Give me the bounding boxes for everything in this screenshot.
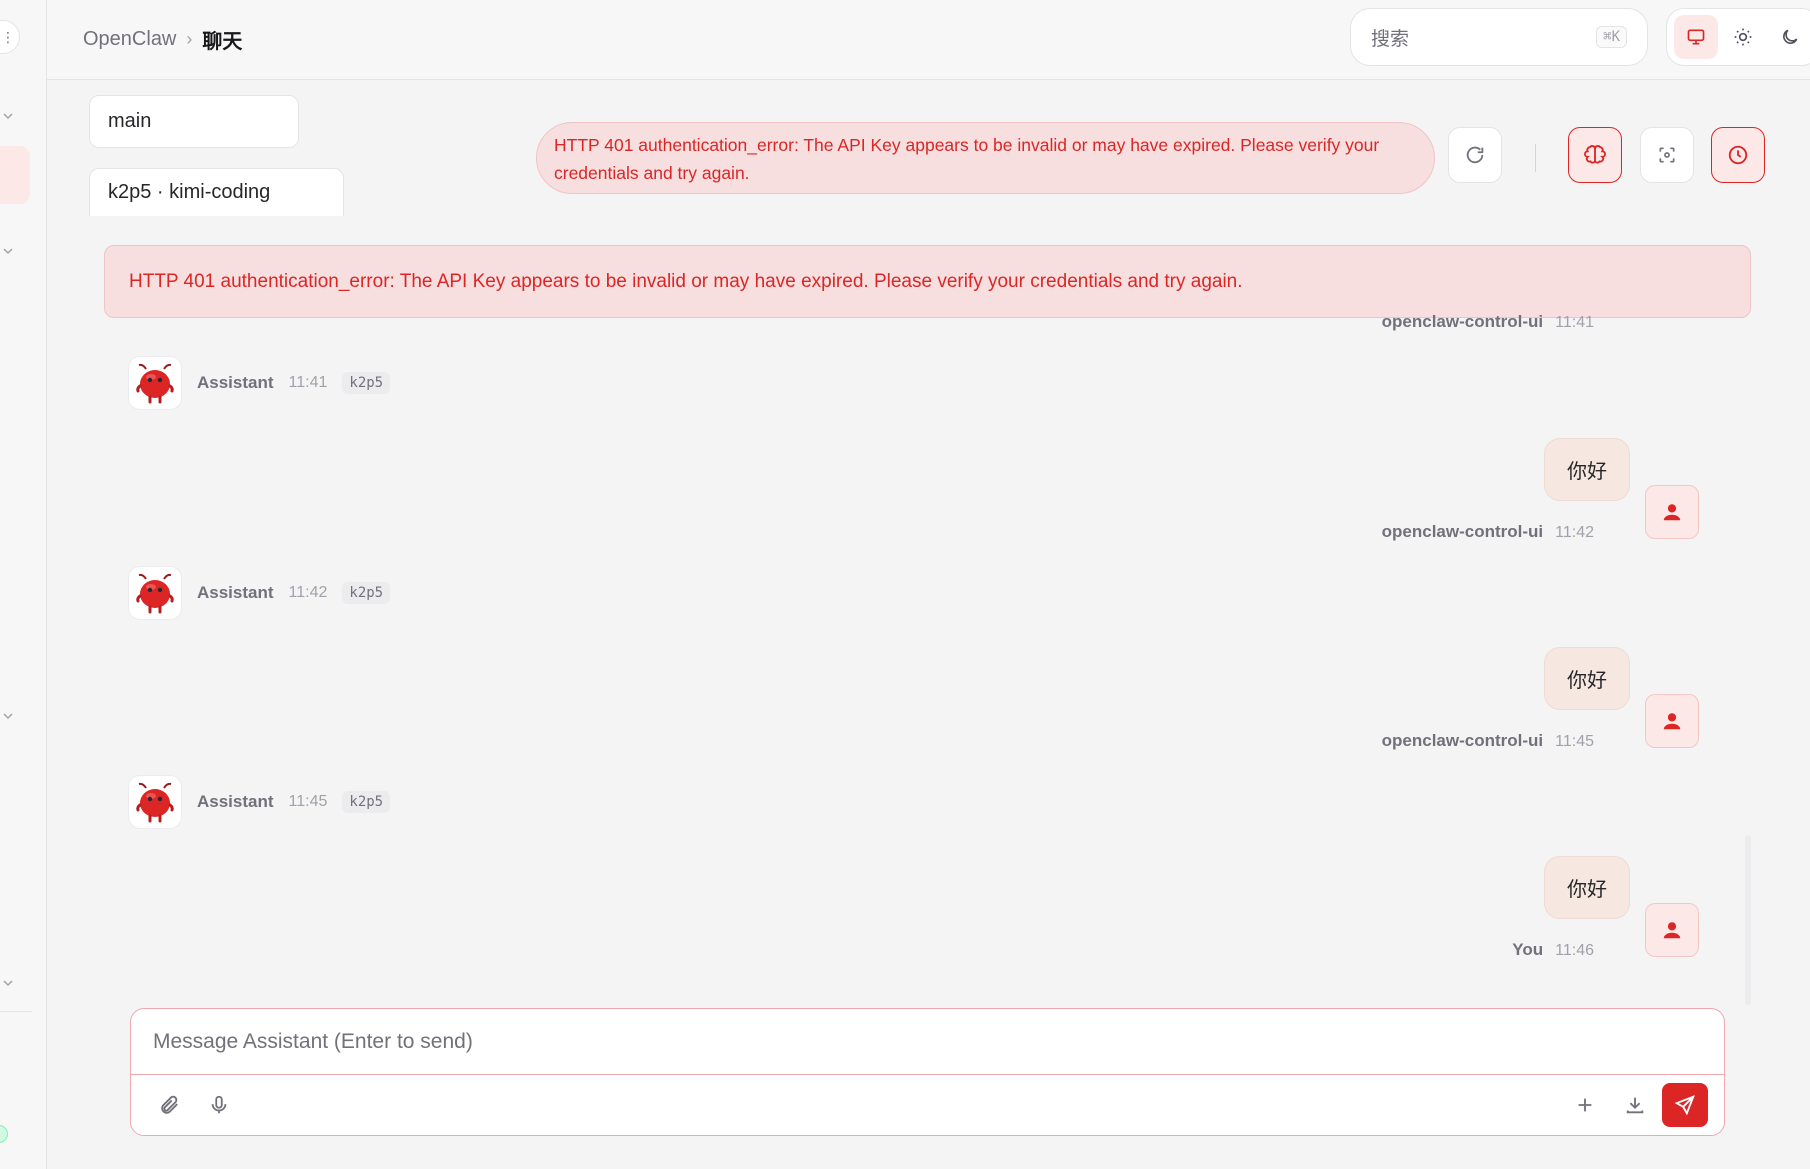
breadcrumb-current: 聊天 [202, 31, 243, 53]
error-toast: HTTP 401 authentication_error: The API K… [536, 122, 1435, 194]
user-message-bubble: 你好 [1544, 438, 1630, 501]
message-time: 11:42 [1555, 524, 1594, 541]
refresh-button[interactable] [1448, 127, 1502, 183]
lobster-mascot-icon [136, 573, 174, 614]
model-select-value: k2p5 · kimi-coding [108, 181, 271, 203]
model-badge: k2p5 [342, 791, 391, 813]
assistant-avatar [128, 566, 182, 620]
message-time: 11:46 [1555, 942, 1594, 959]
sidebar: ⋮ [0, 0, 47, 1169]
breadcrumb-root[interactable]: OpenClaw [83, 28, 176, 51]
voice-input-button[interactable] [201, 1087, 237, 1123]
search-input[interactable]: 搜索 ⌘K [1350, 8, 1648, 66]
moon-icon [1782, 29, 1798, 44]
error-banner: HTTP 401 authentication_error: The API K… [104, 245, 1751, 318]
chevron-down-icon[interactable] [2, 977, 14, 989]
composer-toolbar [131, 1075, 1724, 1135]
user-avatar [1645, 485, 1699, 539]
assistant-avatar [128, 356, 182, 410]
send-button[interactable] [1662, 1083, 1708, 1127]
message-author: openclaw-control-ui [1381, 731, 1544, 750]
sun-icon [1734, 28, 1752, 46]
message-input[interactable]: Message Assistant (Enter to send) [131, 1009, 1724, 1075]
focus-mode-button[interactable] [1640, 127, 1694, 183]
assistant-message: Assistant 11:41 k2p5 [128, 356, 391, 410]
lobster-mascot-icon [136, 782, 174, 823]
send-icon [1674, 1095, 1695, 1116]
sidebar-toggle-button[interactable]: ⋮ [0, 20, 20, 54]
message-author: openclaw-control-ui [1381, 312, 1544, 331]
user-icon [1663, 922, 1681, 939]
breadcrumb: OpenClaw › 聊天 [83, 25, 242, 54]
theme-system-button[interactable] [1674, 15, 1719, 59]
paperclip-icon [161, 1095, 178, 1114]
model-badge: k2p5 [342, 582, 391, 604]
breadcrumb-separator: › [186, 29, 193, 49]
history-button[interactable] [1711, 127, 1765, 183]
export-button[interactable] [1617, 1087, 1653, 1123]
search-placeholder: 搜索 [1371, 28, 1410, 50]
toolbar-divider [1535, 144, 1536, 172]
plus-icon [1578, 1098, 1592, 1112]
error-banner-text: HTTP 401 authentication_error: The API K… [129, 270, 1243, 292]
theme-light-button[interactable] [1721, 15, 1765, 59]
user-avatar [1645, 903, 1699, 957]
user-avatar [1645, 694, 1699, 748]
message-meta: openclaw-control-ui 11:45 [1382, 731, 1594, 751]
new-chat-button[interactable] [1567, 1087, 1603, 1123]
top-bar: OpenClaw › 聊天 搜索 ⌘K [47, 0, 1810, 80]
monitor-icon [1687, 29, 1705, 45]
chevron-down-icon[interactable] [2, 110, 14, 122]
chevron-down-icon[interactable] [2, 245, 14, 257]
mic-icon [211, 1095, 227, 1114]
sidebar-divider [0, 1011, 32, 1012]
message-time: 11:45 [288, 793, 328, 810]
model-badge: k2p5 [342, 372, 391, 394]
thinking-toggle-button[interactable] [1568, 127, 1622, 183]
more-icon: ⋮ [1, 28, 15, 45]
user-icon [1663, 504, 1681, 521]
user-message-bubble: 你好 [1544, 856, 1630, 919]
message-author: Assistant [197, 583, 274, 602]
clock-icon [1728, 145, 1748, 165]
session-select-value: main [108, 110, 152, 132]
session-select[interactable]: main [89, 95, 299, 148]
chevron-down-icon[interactable] [2, 710, 14, 722]
message-time: 11:42 [288, 584, 328, 601]
message-author: openclaw-control-ui [1381, 522, 1544, 541]
message-input-placeholder: Message Assistant (Enter to send) [153, 1029, 473, 1053]
assistant-message: Assistant 11:42 k2p5 [128, 566, 391, 620]
message-author: Assistant [197, 373, 274, 392]
refresh-icon [1466, 146, 1484, 164]
model-select[interactable]: k2p5 · kimi-coding [89, 168, 344, 216]
message-meta: You 11:46 [1512, 940, 1594, 960]
message-time: 11:41 [1555, 314, 1594, 331]
message-time: 11:45 [1555, 733, 1594, 750]
theme-dark-button[interactable] [1768, 15, 1810, 59]
lobster-mascot-icon [136, 363, 174, 404]
theme-switcher [1666, 8, 1810, 66]
sidebar-active-item[interactable] [0, 146, 30, 204]
download-icon [1626, 1097, 1644, 1114]
message-composer: Message Assistant (Enter to send) [130, 1008, 1725, 1136]
message-author: Assistant [197, 792, 274, 811]
focus-icon [1659, 147, 1675, 163]
assistant-avatar [128, 775, 182, 829]
status-indicator [0, 1125, 8, 1143]
user-message-bubble: 你好 [1544, 647, 1630, 710]
assistant-message: Assistant 11:45 k2p5 [128, 775, 391, 829]
brain-icon [1584, 145, 1606, 164]
user-icon [1663, 713, 1681, 730]
message-time: 11:41 [288, 374, 328, 391]
message-author: You [1512, 940, 1544, 959]
search-shortcut: ⌘K [1596, 26, 1627, 48]
message-meta: openclaw-control-ui 11:41 [1382, 312, 1594, 332]
message-meta: openclaw-control-ui 11:42 [1382, 522, 1594, 542]
chat-scrollbar[interactable] [1745, 835, 1751, 1005]
attach-button[interactable] [151, 1087, 187, 1123]
